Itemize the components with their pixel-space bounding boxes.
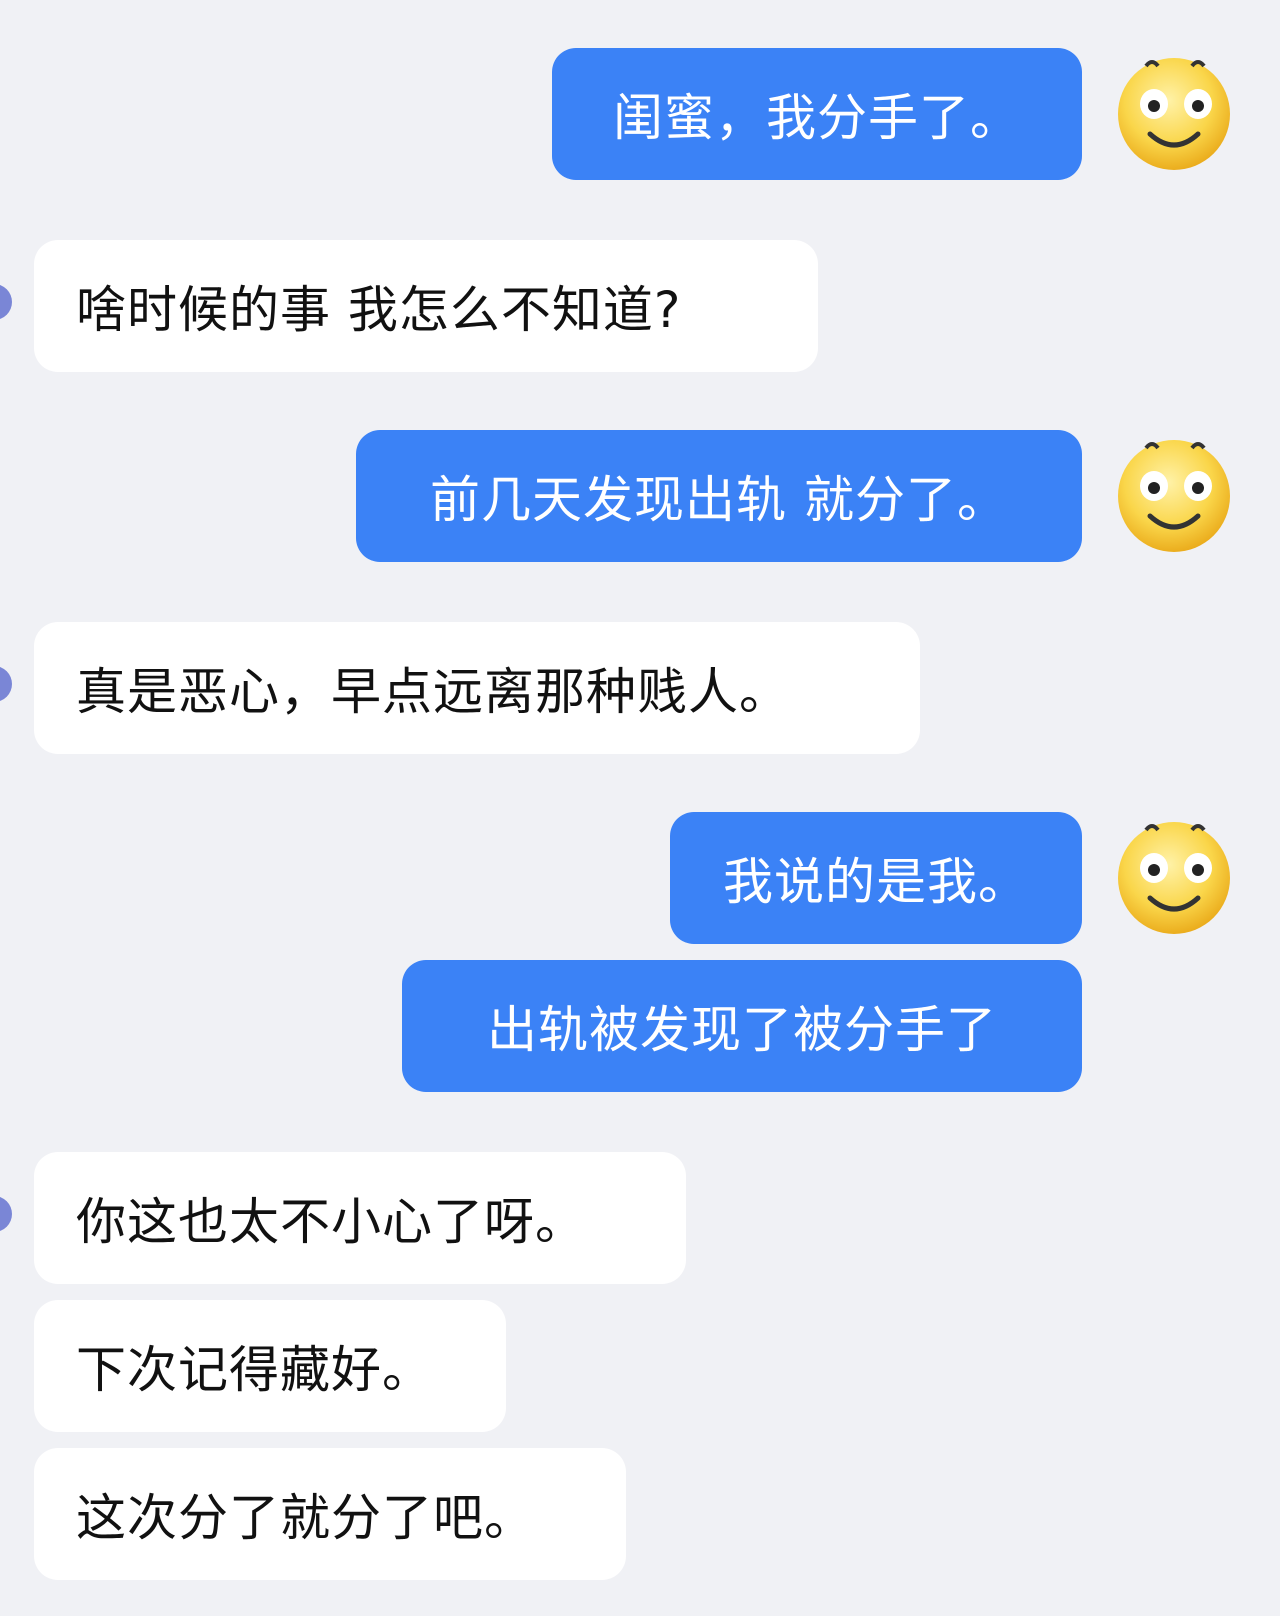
message-text: 前几天发现出轨 就分了。 (430, 471, 1008, 529)
message-text: 出轨被发现了被分手了 (487, 1001, 997, 1059)
smiley-face-emoji-icon (1118, 822, 1230, 934)
smiley-face-emoji-icon (1118, 58, 1230, 170)
message-bubble-incoming[interactable]: 啥时候的事 我怎么不知道? (34, 240, 818, 372)
message-bubble-outgoing[interactable]: 我说的是我。 (670, 812, 1082, 944)
message-text: 这次分了就分了吧。 (76, 1489, 535, 1547)
message-text: 你这也太不小心了呀。 (76, 1193, 586, 1251)
smiley-face-emoji-icon (1118, 440, 1230, 552)
message-text: 闺蜜，我分手了。 (613, 89, 1021, 147)
message-text: 啥时候的事 我怎么不知道? (76, 281, 682, 339)
message-bubble-incoming[interactable]: 真是恶心，早点远离那种贱人。 (34, 622, 920, 754)
message-bubble-outgoing[interactable]: 闺蜜，我分手了。 (552, 48, 1082, 180)
message-bubble-outgoing[interactable]: 出轨被发现了被分手了 (402, 960, 1082, 1092)
message-text: 我说的是我。 (723, 853, 1029, 911)
message-bubble-outgoing[interactable]: 前几天发现出轨 就分了。 (356, 430, 1082, 562)
contact-avatar[interactable] (0, 1196, 12, 1232)
message-text: 下次记得藏好。 (76, 1341, 433, 1399)
contact-avatar[interactable] (0, 284, 12, 320)
message-text: 真是恶心，早点远离那种贱人。 (76, 663, 790, 721)
contact-avatar[interactable] (0, 666, 12, 702)
message-bubble-incoming[interactable]: 你这也太不小心了呀。 (34, 1152, 686, 1284)
message-bubble-incoming[interactable]: 下次记得藏好。 (34, 1300, 506, 1432)
message-bubble-incoming[interactable]: 这次分了就分了吧。 (34, 1448, 626, 1580)
